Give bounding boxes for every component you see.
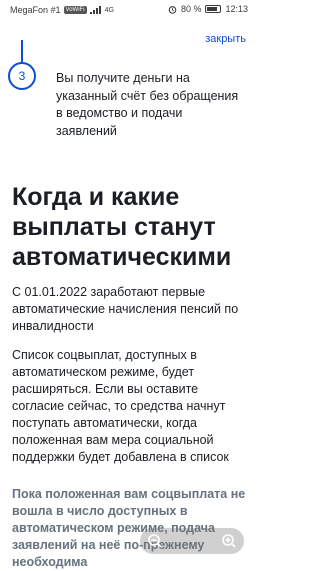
carrier-label: MegaFon #1 bbox=[10, 5, 61, 15]
battery-percent: 80 % bbox=[180, 4, 202, 14]
paragraph-first-payments: С 01.01.2022 заработают первые автоматич… bbox=[12, 285, 239, 333]
step-number-badge: 3 bbox=[8, 62, 36, 90]
status-left: MegaFon #1 VoWiFi 4G bbox=[10, 5, 114, 15]
step-connector-line bbox=[21, 40, 23, 62]
close-link[interactable]: закрыть bbox=[205, 33, 246, 45]
zoom-controls bbox=[140, 528, 244, 554]
zoom-out-icon bbox=[148, 534, 162, 548]
alarm-icon bbox=[168, 5, 177, 14]
clock: 12:13 bbox=[225, 4, 248, 14]
status-bar: MegaFon #1 VoWiFi 4G 80 % 12:13 bbox=[0, 0, 258, 20]
zoom-out-button[interactable] bbox=[144, 530, 166, 552]
step-description: Вы получите деньги на указанный счёт без… bbox=[56, 71, 239, 138]
status-right: 80 % 12:13 bbox=[168, 4, 248, 14]
zoom-in-icon bbox=[222, 534, 236, 548]
network-badge: VoWiFi bbox=[63, 6, 87, 14]
section-title: Когда и какие выплаты станут автоматичес… bbox=[12, 183, 232, 271]
paragraph-list-expansion: Список соцвыплат, доступных в автоматиче… bbox=[12, 348, 229, 464]
network-type-label: 4G bbox=[104, 6, 114, 14]
signal-icon bbox=[89, 6, 101, 14]
zoom-in-button[interactable] bbox=[218, 530, 240, 552]
battery-icon bbox=[205, 5, 222, 13]
